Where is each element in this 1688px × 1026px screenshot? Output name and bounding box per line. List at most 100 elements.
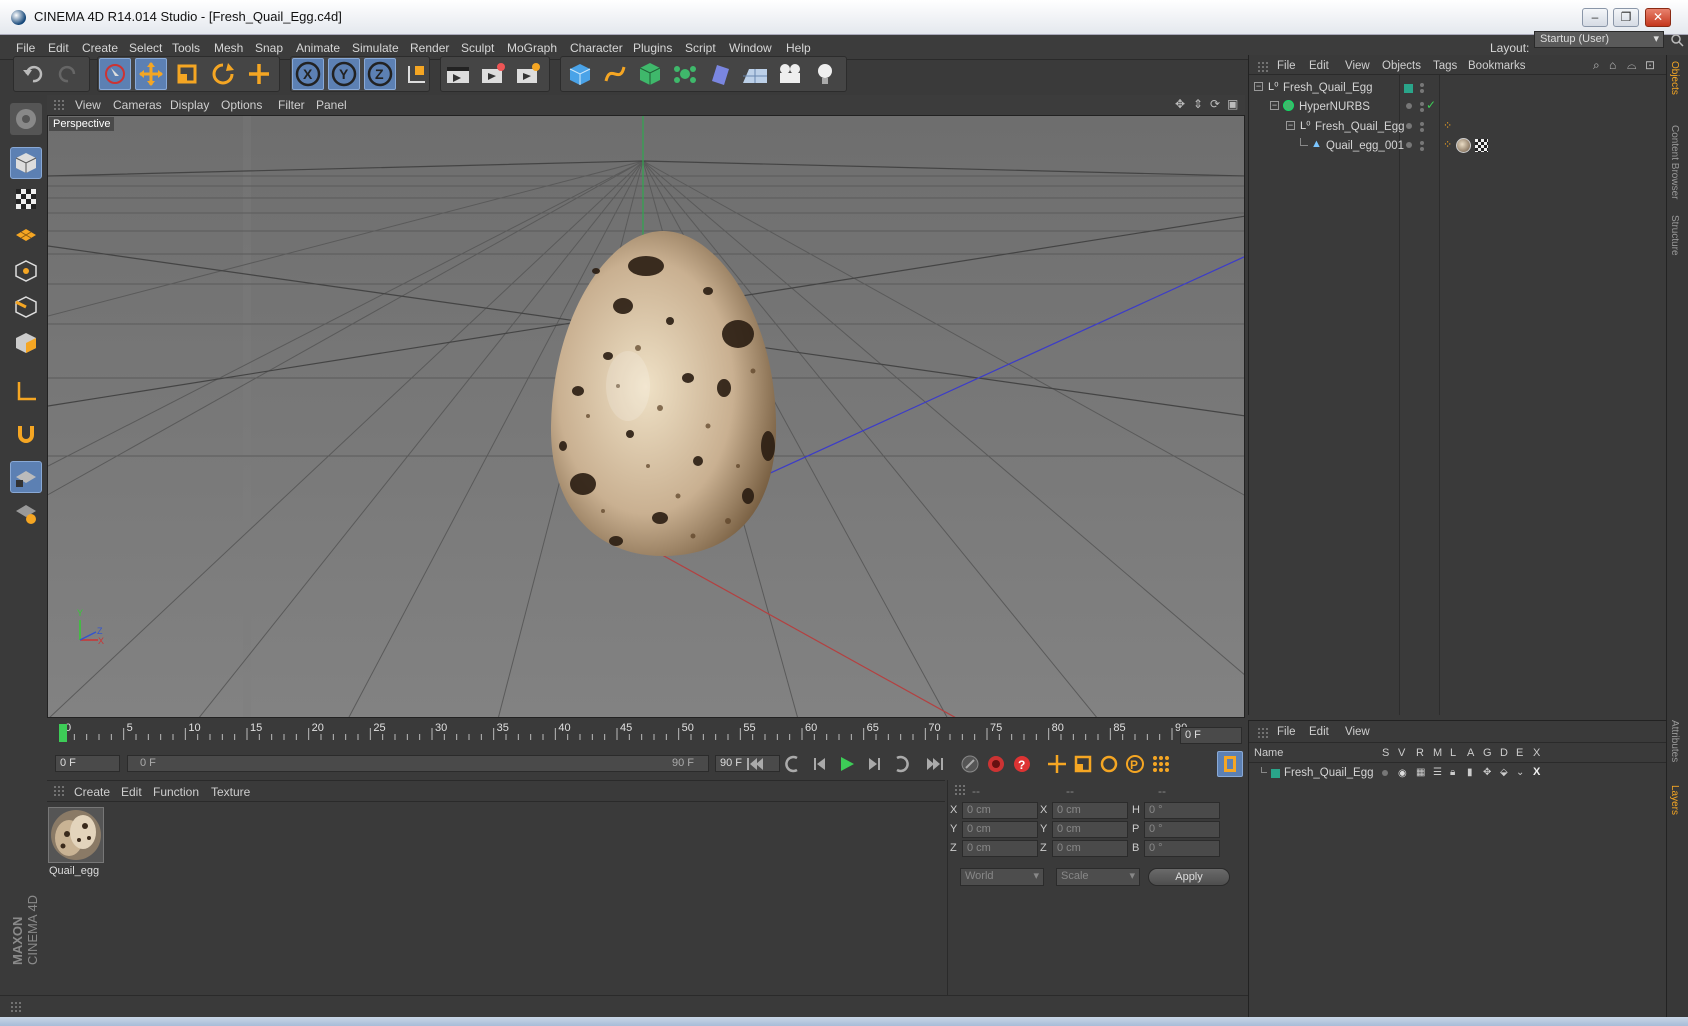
floor-environment-icon[interactable]: [739, 58, 771, 90]
next-keyframe-icon[interactable]: [888, 751, 914, 777]
object-menu-bookmarks[interactable]: Bookmarks: [1468, 60, 1526, 72]
play-icon[interactable]: [834, 751, 860, 777]
render-visibility-dot[interactable]: [1420, 89, 1424, 93]
rotate-tool-icon[interactable]: [207, 58, 239, 90]
model-mode-icon[interactable]: [10, 147, 42, 179]
previous-frame-icon[interactable]: [807, 751, 833, 777]
tab-attributes[interactable]: Attributes: [1669, 720, 1680, 762]
object-name[interactable]: Fresh_Quail_Egg: [1315, 121, 1405, 133]
coord-value-field[interactable]: 0 cm: [962, 802, 1038, 819]
render-visibility-dot[interactable]: [1420, 147, 1424, 151]
object-row[interactable]: − L⁰ Fresh_Quail_Egg ⁘: [1249, 119, 1667, 139]
layer-menu-file[interactable]: File: [1277, 726, 1296, 738]
search-icon[interactable]: [1670, 33, 1684, 47]
coordinate-system-icon[interactable]: [400, 58, 432, 90]
close-button[interactable]: ✕: [1645, 8, 1671, 27]
autokeying-icon[interactable]: [983, 751, 1009, 777]
viewport-menu-display[interactable]: Display: [170, 98, 209, 112]
object-menu-tags[interactable]: Tags: [1433, 60, 1457, 72]
object-menu-edit[interactable]: Edit: [1309, 60, 1329, 72]
coord-value-field[interactable]: 0 cm: [962, 840, 1038, 857]
current-frame-field[interactable]: 0 F: [1180, 727, 1242, 744]
layer-name[interactable]: Fresh_Quail_Egg: [1284, 767, 1374, 779]
layer-manager-icon[interactable]: ☰: [1433, 767, 1442, 778]
layout-select[interactable]: Startup (User) ▾: [1534, 31, 1664, 48]
redo-icon[interactable]: [52, 58, 84, 90]
object-menu-file[interactable]: File: [1277, 60, 1296, 72]
coord-value-field[interactable]: 0 °: [1144, 802, 1220, 819]
menu-sculpt[interactable]: Sculpt: [461, 41, 494, 55]
layer-column-header[interactable]: L: [1450, 747, 1456, 759]
layer-solo-toggle[interactable]: [1382, 770, 1388, 776]
layer-column-header[interactable]: A: [1467, 747, 1474, 759]
material-menu-function[interactable]: Function: [153, 785, 199, 799]
menu-edit[interactable]: Edit: [48, 41, 69, 55]
collapse-toggle[interactable]: −: [1254, 82, 1263, 91]
editor-visibility-dot[interactable]: [1420, 102, 1424, 106]
light-icon[interactable]: [809, 58, 841, 90]
object-row[interactable]: − L⁰ Fresh_Quail_Egg: [1249, 80, 1667, 100]
timeline-layout-icon[interactable]: [1217, 751, 1243, 777]
home-icon[interactable]: ⌂: [1609, 58, 1616, 72]
layer-visible-eye-icon[interactable]: ◉: [1398, 768, 1407, 779]
restore-button[interactable]: ❐: [1613, 8, 1639, 27]
object-name[interactable]: HyperNURBS: [1299, 101, 1370, 113]
key-scale-icon[interactable]: [1070, 751, 1096, 777]
viewport-menu-panel[interactable]: Panel: [316, 98, 347, 112]
start-frame-field[interactable]: 0 F: [55, 755, 120, 772]
go-to-start-icon[interactable]: [742, 751, 768, 777]
subdivision-surface-icon[interactable]: [634, 58, 666, 90]
key-position-icon[interactable]: [1044, 751, 1070, 777]
deformer-icon[interactable]: [704, 58, 736, 90]
coordinate-space-select[interactable]: World ▾: [960, 868, 1044, 886]
object-menu-objects[interactable]: Objects: [1382, 60, 1421, 72]
layer-tag-icon[interactable]: ⁘: [1443, 119, 1452, 132]
coord-value-field[interactable]: 0 °: [1144, 821, 1220, 838]
viewport-menu-cameras[interactable]: Cameras: [113, 98, 162, 112]
menu-help[interactable]: Help: [786, 41, 811, 55]
polygons-mode-icon[interactable]: [10, 327, 42, 359]
playhead[interactable]: [59, 724, 67, 742]
make-editable-icon[interactable]: [10, 103, 42, 135]
tab-objects[interactable]: Objects: [1669, 61, 1680, 95]
undo-icon[interactable]: [17, 58, 49, 90]
material-swatch[interactable]: [48, 807, 104, 863]
layer-column-header[interactable]: E: [1516, 747, 1523, 759]
record-keys-icon[interactable]: [957, 751, 983, 777]
maximize-panel-icon[interactable]: ⊡: [1645, 58, 1655, 72]
coord-value-field[interactable]: 0 cm: [1052, 821, 1128, 838]
material-tag-icon[interactable]: [1456, 138, 1471, 153]
minimize-button[interactable]: –: [1582, 8, 1608, 27]
layer-dot[interactable]: [1406, 142, 1412, 148]
layer-column-header[interactable]: Name: [1254, 747, 1283, 759]
preview-range-slider[interactable]: 0 F 90 F: [127, 755, 709, 772]
tab-layers[interactable]: Layers: [1669, 785, 1680, 815]
layer-dot[interactable]: [1406, 103, 1412, 109]
menu-mograph[interactable]: MoGraph: [507, 41, 557, 55]
back-icon[interactable]: ⌓: [1627, 58, 1637, 73]
layer-expressions-icon[interactable]: ⌄: [1516, 767, 1524, 778]
object-row[interactable]: ▲ Quail_egg_001 ⁘: [1249, 138, 1667, 158]
material-menu-texture[interactable]: Texture: [211, 785, 250, 799]
viewport-menu-view[interactable]: View: [75, 98, 101, 112]
layer-color-swatch[interactable]: [1404, 84, 1413, 93]
menu-character[interactable]: Character: [570, 41, 623, 55]
viewport-menu-filter[interactable]: Filter: [278, 98, 305, 112]
y-axis-lock-icon[interactable]: Y: [328, 58, 360, 90]
menu-render[interactable]: Render: [410, 41, 449, 55]
layer-render-icon[interactable]: ▦: [1416, 767, 1425, 778]
layer-animation-icon[interactable]: ▮: [1467, 767, 1473, 778]
layer-column-header[interactable]: G: [1483, 747, 1492, 759]
spline-pen-icon[interactable]: [599, 58, 631, 90]
layer-menu-view[interactable]: View: [1345, 726, 1370, 738]
menu-plugins[interactable]: Plugins: [633, 41, 672, 55]
coord-value-field[interactable]: 0 cm: [1052, 802, 1128, 819]
apply-button[interactable]: Apply: [1148, 868, 1230, 886]
render-view-icon[interactable]: [442, 58, 474, 90]
transform-mode-select[interactable]: Scale ▾: [1056, 868, 1140, 886]
key-parameter-icon[interactable]: P: [1122, 751, 1148, 777]
layer-tag-icon[interactable]: ⁘: [1443, 138, 1452, 151]
coord-value-field[interactable]: 0 cm: [962, 821, 1038, 838]
menu-simulate[interactable]: Simulate: [352, 41, 399, 55]
tab-content-browser[interactable]: Content Browser: [1669, 125, 1680, 199]
